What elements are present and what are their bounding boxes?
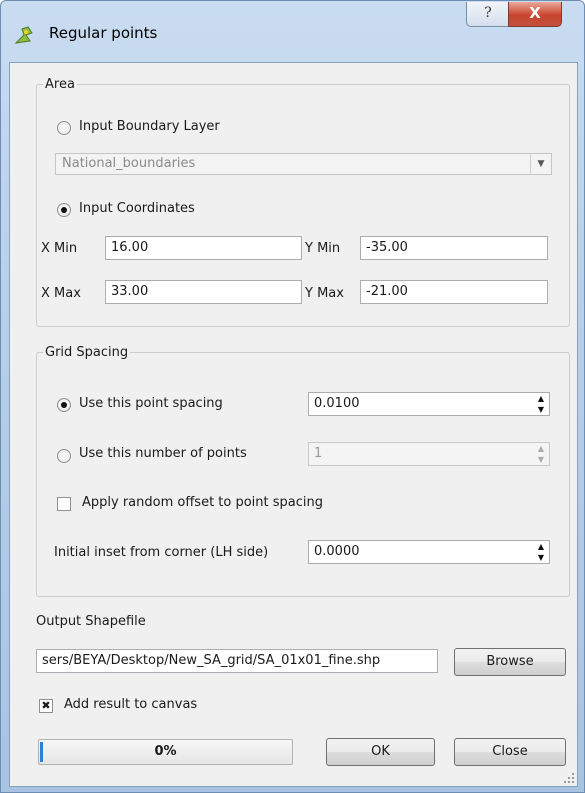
ok-button[interactable]: OK	[326, 738, 435, 766]
window-close-button[interactable]: X	[508, 2, 562, 27]
point-spacing-radio[interactable]	[57, 398, 71, 412]
chevron-down-icon[interactable]: ▼	[530, 154, 551, 174]
ymax-field[interactable]: -21.00	[360, 280, 548, 304]
dialog-window: Regular points ? X Area Input Boundary L…	[0, 0, 585, 793]
point-spacing-value: 0.0100	[314, 396, 360, 411]
xmin-label: X Min	[41, 241, 78, 256]
point-spacing-label[interactable]: Use this point spacing	[79, 396, 223, 411]
input-boundary-layer-radio[interactable]	[57, 121, 71, 135]
spinner-arrows-icon[interactable]: ▲ ▼	[533, 393, 549, 415]
ymin-field[interactable]: -35.00	[360, 236, 548, 260]
grid-spacing-legend: Grid Spacing	[45, 345, 129, 360]
add-to-canvas-label[interactable]: Add result to canvas	[64, 697, 197, 712]
number-of-points-value: 1	[314, 446, 323, 461]
number-of-points-label[interactable]: Use this number of points	[79, 446, 247, 461]
random-offset-checkbox[interactable]	[57, 497, 71, 511]
input-coordinates-radio[interactable]	[57, 203, 71, 217]
output-path-field[interactable]: sers/BEYA/Desktop/New_SA_grid/SA_01x01_f…	[36, 649, 438, 673]
xmax-field[interactable]: 33.00	[105, 280, 302, 304]
progress-bar: 0%	[38, 739, 293, 765]
ymax-label: Y Max	[305, 286, 344, 301]
add-to-canvas-checkbox[interactable]: ✖	[39, 699, 53, 713]
qgis-app-icon	[14, 26, 33, 44]
initial-inset-label: Initial inset from corner (LH side)	[54, 545, 269, 560]
browse-button[interactable]: Browse	[454, 648, 566, 676]
ymin-label: Y Min	[305, 241, 341, 256]
xmin-field[interactable]: 16.00	[105, 236, 302, 260]
dialog-body: Area Input Boundary Layer National_bound…	[9, 62, 578, 787]
title-bar[interactable]: Regular points ? X	[1, 1, 584, 61]
initial-inset-value: 0.0000	[314, 544, 360, 559]
area-legend: Area	[45, 77, 75, 92]
boundary-layer-combo-value: National_boundaries	[62, 156, 196, 171]
spinner-arrows-icon[interactable]: ▲ ▼	[533, 541, 549, 563]
number-of-points-spinbox[interactable]: 1 ▲ ▼	[308, 442, 550, 466]
progress-fill	[40, 742, 43, 762]
output-shapefile-label: Output Shapefile	[36, 614, 146, 629]
number-of-points-radio[interactable]	[57, 449, 71, 463]
close-button[interactable]: Close	[454, 738, 566, 766]
window-title: Regular points	[49, 24, 158, 42]
xmax-label: X Max	[41, 286, 81, 301]
input-coordinates-label[interactable]: Input Coordinates	[79, 201, 195, 216]
boundary-layer-combo[interactable]: National_boundaries ▼	[55, 153, 552, 175]
random-offset-label[interactable]: Apply random offset to point spacing	[82, 495, 323, 510]
help-button[interactable]: ?	[466, 2, 510, 27]
initial-inset-spinbox[interactable]: 0.0000 ▲ ▼	[308, 540, 550, 564]
resize-grip-icon[interactable]	[563, 772, 575, 784]
progress-text: 0%	[154, 744, 177, 759]
spinner-arrows-icon[interactable]: ▲ ▼	[533, 443, 549, 465]
point-spacing-spinbox[interactable]: 0.0100 ▲ ▼	[308, 392, 550, 416]
input-boundary-layer-label[interactable]: Input Boundary Layer	[79, 119, 220, 134]
